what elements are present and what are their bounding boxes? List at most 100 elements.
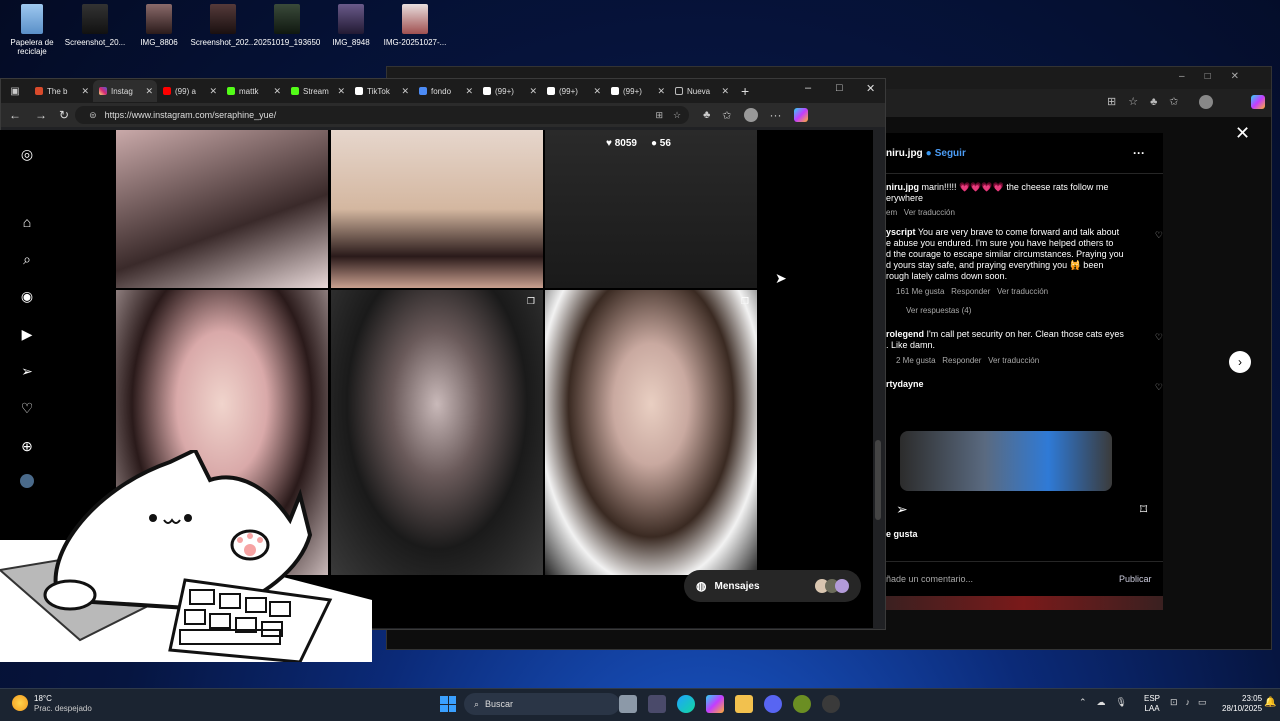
- reader-icon[interactable]: ⊞: [655, 110, 663, 121]
- explore-icon[interactable]: ◉: [18, 287, 36, 305]
- post-thumbnail[interactable]: [116, 130, 328, 288]
- post-thumbnail[interactable]: [331, 130, 543, 288]
- browser-tab[interactable]: Stream ✕: [285, 80, 349, 102]
- file-explorer-icon[interactable]: [735, 695, 753, 713]
- more-options-icon[interactable]: ···: [1133, 146, 1145, 160]
- browser-tab-active[interactable]: Instag ✕: [93, 80, 157, 102]
- obs-icon[interactable]: [822, 695, 840, 713]
- caption-author[interactable]: niru.jpg: [886, 182, 919, 192]
- tab-actions-icon[interactable]: ▣: [1, 86, 29, 97]
- browser-tab[interactable]: The b ✕: [29, 80, 93, 102]
- post-author[interactable]: niru.jpg: [886, 148, 923, 159]
- copilot-icon[interactable]: [793, 108, 808, 122]
- close-tab-icon[interactable]: ✕: [209, 86, 217, 97]
- close-tab-icon[interactable]: ✕: [81, 86, 89, 97]
- publish-button[interactable]: Publicar: [1119, 574, 1152, 584]
- comment-likes[interactable]: 161 Me gusta: [896, 287, 944, 296]
- reply-link[interactable]: Responder: [942, 356, 981, 365]
- like-comment-icon[interactable]: ♡: [1155, 230, 1163, 241]
- post-thumbnail[interactable]: ❐: [545, 290, 757, 575]
- translate-link[interactable]: Ver traducción: [997, 287, 1048, 296]
- discord-icon[interactable]: [764, 695, 782, 713]
- browser-tab[interactable]: (99+) ✕: [605, 80, 669, 102]
- weather-widget[interactable]: 18°C Prac. despejado: [34, 694, 92, 714]
- scrollbar[interactable]: [875, 440, 881, 520]
- toolbar-icons[interactable]: ⊞☆♣✩: [1107, 95, 1191, 108]
- desktop-icon-recycle-bin[interactable]: Papelera de reciclaje: [0, 4, 68, 56]
- browser-tab[interactable]: (99+) ✕: [477, 80, 541, 102]
- reload-icon[interactable]: ↻: [59, 108, 69, 122]
- search-icon[interactable]: ⌕: [18, 250, 36, 268]
- close-tab-icon[interactable]: ✕: [593, 86, 601, 97]
- comment-gif-image[interactable]: [900, 431, 1112, 491]
- comment-author[interactable]: rtydayne: [886, 379, 924, 389]
- instagram-logo-icon[interactable]: ◎: [18, 145, 36, 163]
- network-volume-icons[interactable]: ⊡♪▭: [1170, 697, 1215, 708]
- share-icon[interactable]: ➢: [896, 501, 908, 518]
- close-tab-icon[interactable]: ✕: [145, 86, 153, 97]
- like-comment-icon[interactable]: ♡: [1155, 332, 1163, 343]
- desktop-icon-file[interactable]: IMG_8948: [315, 4, 387, 47]
- language-indicator[interactable]: ESP LAA: [1144, 694, 1160, 714]
- save-icon[interactable]: ⌑: [1140, 501, 1147, 518]
- messages-button[interactable]: ◍ Mensajes: [684, 570, 861, 602]
- close-tab-icon[interactable]: ✕: [273, 86, 281, 97]
- forward-icon[interactable]: →: [35, 108, 47, 122]
- desktop-icon-file[interactable]: Screenshot_202...: [187, 4, 259, 47]
- desktop-icon-file[interactable]: 20251019_193650: [251, 4, 323, 47]
- address-bar[interactable]: ⊜ https://www.instagram.com/seraphine_yu…: [75, 106, 690, 124]
- close-tab-icon[interactable]: ✕: [401, 86, 409, 97]
- windows-start-icon[interactable]: [440, 696, 456, 712]
- favorites-icon[interactable]: ✩: [722, 109, 731, 122]
- translate-link[interactable]: Ver traducción: [904, 208, 955, 217]
- likes-count[interactable]: e gusta: [886, 529, 918, 539]
- copilot-icon[interactable]: [706, 695, 724, 713]
- extensions-icon[interactable]: ♣: [703, 109, 710, 121]
- browser-tab[interactable]: (99) a ✕: [157, 80, 221, 102]
- clock[interactable]: 23:05 28/10/2025: [1222, 694, 1262, 714]
- close-tab-icon[interactable]: ✕: [721, 86, 729, 97]
- browser-tab[interactable]: TikTok ✕: [349, 80, 413, 102]
- more-menu-icon[interactable]: ···: [770, 108, 782, 122]
- add-comment-input[interactable]: ñade un comentario...: [886, 574, 973, 584]
- desktop-icon-file[interactable]: Screenshot_20...: [59, 4, 131, 47]
- translate-link[interactable]: Ver traducción: [988, 356, 1039, 365]
- home-icon[interactable]: ⌂: [18, 213, 36, 231]
- close-tab-icon[interactable]: ✕: [465, 86, 473, 97]
- taskbar-search-box[interactable]: ⌕ Buscar: [464, 693, 620, 715]
- app-icon[interactable]: [793, 695, 811, 713]
- messages-icon[interactable]: ➢: [18, 362, 36, 380]
- desktop-icon-file[interactable]: IMG_8806: [123, 4, 195, 47]
- like-comment-icon[interactable]: ♡: [1155, 382, 1163, 393]
- comment-author[interactable]: rolegend: [886, 329, 924, 339]
- window-controls[interactable]: –□✕: [1179, 71, 1259, 82]
- view-replies-link[interactable]: Ver respuestas (4): [906, 306, 1163, 315]
- notifications-bell-icon[interactable]: 🔔: [1264, 697, 1276, 708]
- profile-avatar[interactable]: [743, 108, 758, 122]
- copilot-icon[interactable]: [1251, 95, 1265, 109]
- comment-likes[interactable]: 2 Me gusta: [896, 356, 936, 365]
- favorite-star-icon[interactable]: ☆: [673, 110, 681, 121]
- close-tab-icon[interactable]: ✕: [337, 86, 345, 97]
- maximize-icon[interactable]: □: [836, 82, 843, 94]
- store-icon[interactable]: [648, 695, 666, 713]
- browser-tab[interactable]: Nueva ✕: [669, 80, 733, 102]
- profile-avatar[interactable]: [1199, 95, 1213, 109]
- close-tab-icon[interactable]: ✕: [529, 86, 537, 97]
- browser-tab[interactable]: fondo ✕: [413, 80, 477, 102]
- browser-tab[interactable]: mattk ✕: [221, 80, 285, 102]
- minimize-icon[interactable]: –: [805, 82, 811, 94]
- notifications-heart-icon[interactable]: ♡: [18, 399, 36, 417]
- system-tray-icons[interactable]: ⌃☁🎙: [1079, 697, 1137, 708]
- post-thumbnail-hover[interactable]: ♥ 8059 ● 56: [545, 130, 757, 288]
- desktop-icon-file[interactable]: IMG-20251027-...: [379, 4, 451, 47]
- comment-author[interactable]: yscript: [886, 227, 916, 237]
- site-info-icon[interactable]: ⊜: [89, 110, 97, 121]
- browser-tab[interactable]: (99+) ✕: [541, 80, 605, 102]
- edge-icon[interactable]: [677, 695, 695, 713]
- close-tab-icon[interactable]: ✕: [657, 86, 665, 97]
- task-view-icon[interactable]: [619, 695, 637, 713]
- reply-link[interactable]: Responder: [951, 287, 990, 296]
- close-window-icon[interactable]: ✕: [866, 82, 875, 95]
- reels-icon[interactable]: ▶: [18, 325, 36, 343]
